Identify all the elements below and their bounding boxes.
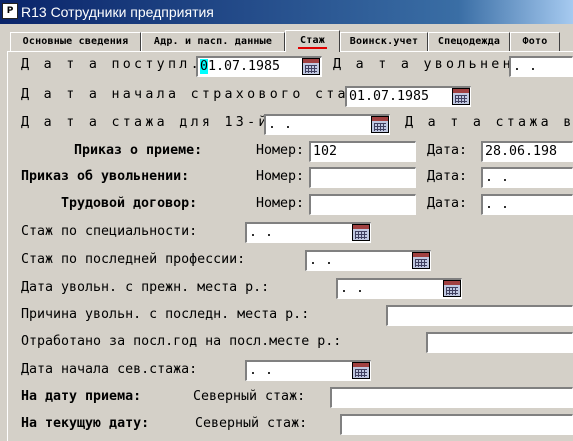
tab-photo[interactable]: Фото — [510, 32, 560, 51]
tab-experience-label: Стаж — [298, 35, 327, 49]
north-exp-current-field[interactable] — [340, 414, 573, 435]
north-start-label: Дата начала сев.стажа: — [21, 362, 198, 377]
order-dismiss-label: Приказ об увольнении: — [21, 169, 190, 184]
hire-date-value: 1.07.1985 — [208, 59, 281, 74]
spec-exp-label: Стаж по специальности: — [21, 224, 198, 239]
north-exp-hire-field[interactable] — [330, 387, 573, 408]
calendar-icon[interactable] — [452, 88, 470, 105]
worked-last-year-field[interactable] — [426, 332, 573, 353]
tab-workwear[interactable]: Спецодежда — [428, 32, 510, 51]
order-hire-number-label: Номер: — [256, 143, 305, 158]
hire-date-label: Д а т а поступл.: — [21, 57, 214, 72]
north-exp-current-label: Северный стаж: — [195, 416, 308, 431]
calendar-icon[interactable] — [443, 280, 461, 297]
insurance-start-label: Д а т а начала страхового стажа: — [21, 87, 383, 102]
labor-contract-date-label: Дата: — [427, 196, 468, 211]
calendar-icon[interactable] — [302, 58, 320, 75]
order-hire-label: Приказ о приеме: — [74, 143, 203, 158]
order-hire-number-field[interactable]: 102 — [309, 141, 416, 162]
order-dismiss-number-label: Номер: — [256, 169, 305, 184]
calendar-icon[interactable] — [352, 224, 370, 241]
labor-contract-label: Трудовой договор: — [61, 196, 198, 211]
worked-last-year-label: Отработано за посл.год на посл.месте р.: — [21, 334, 342, 349]
order-dismiss-date-field[interactable]: . . — [481, 167, 573, 188]
calendar-icon[interactable] — [371, 116, 389, 133]
on-current-date-label: На текущую дату: — [21, 416, 150, 431]
window-title: R13 Сотрудники предприятия — [21, 4, 214, 20]
tab-main-info[interactable]: Основные сведения — [10, 32, 141, 51]
order-hire-date-field[interactable]: 28.06.198 — [481, 141, 573, 162]
labor-contract-date-field[interactable]: . . — [481, 194, 573, 215]
date-13-label: Д а т а стажа для 13-й: — [21, 115, 282, 130]
prev-reason-field[interactable] — [386, 305, 573, 326]
calendar-icon[interactable] — [352, 362, 370, 379]
north-exp-hire-label: Северный стаж: — [193, 389, 306, 404]
order-dismiss-number-field[interactable] — [309, 167, 416, 188]
order-hire-date-label: Дата: — [427, 143, 468, 158]
tab-military[interactable]: Воинск.учет — [340, 32, 428, 51]
calendar-icon[interactable] — [412, 252, 430, 269]
experience-panel — [7, 51, 573, 441]
hire-date-selection: 0 — [200, 59, 209, 74]
dismiss-date-field[interactable]: . . — [509, 56, 573, 77]
app-icon[interactable]: P — [2, 3, 18, 19]
tab-address-passport[interactable]: Адр. и пасп. данные — [141, 32, 285, 51]
labor-contract-number-label: Номер: — [256, 196, 305, 211]
order-dismiss-date-label: Дата: — [427, 169, 468, 184]
date-right-label: Д а т а стажа вы — [405, 115, 573, 130]
tab-experience[interactable]: Стаж — [285, 30, 340, 52]
labor-contract-number-field[interactable] — [309, 194, 416, 215]
last-prof-exp-label: Стаж по последней профессии: — [21, 252, 246, 267]
prev-dismiss-label: Дата увольн. с прежн. места р.: — [21, 280, 270, 295]
on-hire-date-label: На дату приема: — [21, 389, 142, 404]
title-bar: P R13 Сотрудники предприятия — [0, 0, 573, 24]
prev-reason-label: Причина увольн. с последн. места р.: — [21, 307, 310, 322]
dismiss-date-label: Д а т а увольнен: — [333, 57, 526, 72]
tab-bar: Основные сведения Адр. и пасп. данные Ст… — [0, 30, 573, 52]
